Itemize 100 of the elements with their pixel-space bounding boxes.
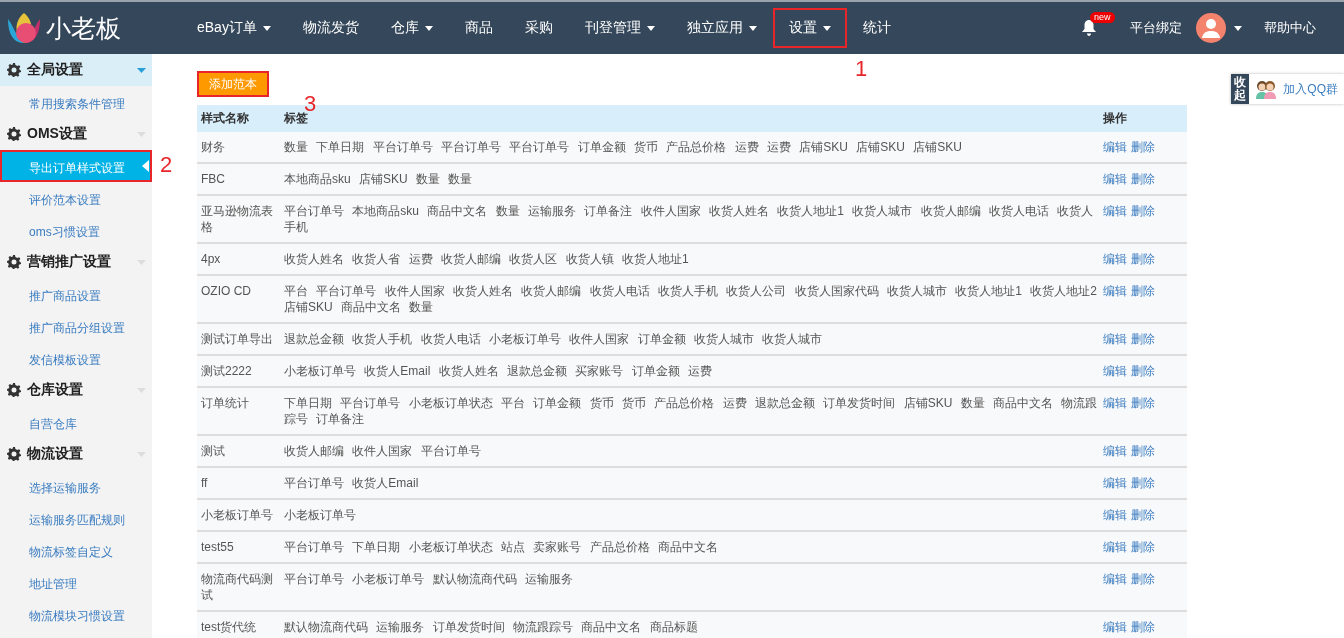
sidebar-item[interactable]: oms习惯设置 <box>0 214 152 246</box>
column-header: 操作 <box>1103 110 1128 127</box>
new-badge: new <box>1090 12 1115 23</box>
annotation-number: 2 <box>160 152 173 178</box>
edit-link[interactable]: 编辑 <box>1103 331 1127 354</box>
nav-menu-item[interactable]: 刊登管理 <box>568 8 671 48</box>
tag-list: 数量 下单日期 平台订单号 平台订单号 平台订单号 订单金额 货币 产品总价格 运费 运费 店铺SKU 店铺SKU 店铺SKU <box>280 132 1103 162</box>
delete-link[interactable]: 删除 <box>1131 251 1155 274</box>
delete-link[interactable]: 删除 <box>1131 331 1155 354</box>
template-name: 测试订单导出 <box>200 331 274 348</box>
edit-link[interactable]: 编辑 <box>1103 283 1127 322</box>
template-name: OZIO CD <box>200 283 252 300</box>
nav-menu-item[interactable]: 独立应用 <box>670 8 773 48</box>
template-name: 测试2222 <box>200 363 253 380</box>
platform-bind-link[interactable]: 平台绑定 <box>1130 19 1182 37</box>
nav-menu-item[interactable]: 统计 <box>846 8 907 48</box>
tag-list: 平台订单号 下单日期 小老板订单状态 站点 卖家账号 产品总价格 商品中文名 <box>280 532 1103 562</box>
sidebar-item[interactable]: 推广商品设置 <box>0 278 152 310</box>
sidebar-item[interactable]: 导出订单样式设置 <box>0 150 152 182</box>
caret-icon <box>822 25 831 31</box>
sidebar-section-header[interactable]: 营销推广设置 <box>0 246 152 278</box>
join-qq-group-link[interactable]: 加入QQ群 <box>1249 74 1344 105</box>
tag-list: 下单日期 平台订单号 小老板订单状态 平台 订单金额 货币 货币 产品总价格 运费 退款总金额 订单发货时间 店铺SKU 数量 商品中文名 物流跟踪号 订单备注 <box>280 388 1103 434</box>
caret-icon <box>262 25 271 31</box>
tag-list: 小老板订单号 收货人Email 收货人姓名 退款总金额 买家账号 订单金额 运费 <box>280 356 1103 386</box>
sidebar-item[interactable]: 运输服务匹配规则 <box>0 502 152 534</box>
nav-menu-item[interactable]: 商品 <box>448 8 509 48</box>
collapse-tab[interactable]: 收起 <box>1231 74 1250 105</box>
gear-icon <box>7 127 21 141</box>
avatar-icon[interactable] <box>1196 13 1226 43</box>
sidebar-item[interactable]: 评价范本设置 <box>0 182 152 214</box>
delete-link[interactable]: 删除 <box>1131 203 1155 242</box>
nav-menu-item[interactable]: 物流发货 <box>286 8 375 48</box>
template-name: 小老板订单号 <box>200 507 274 524</box>
nav-menu-item[interactable]: 采购 <box>508 8 569 48</box>
tag-list: 收货人姓名 收货人省 运费 收货人邮编 收货人区 收货人镇 收货人地址1 <box>280 244 1103 274</box>
tag-list: 平台 平台订单号 收件人国家 收货人姓名 收货人邮编 收货人电话 收货人手机 收货人公司 收货人国家代码 收货人城市 收货人地址1 收货人地址2 店铺SKU 商品中文名 数量 <box>280 276 1103 322</box>
sidebar-section-header[interactable]: 仓库设置 <box>0 374 152 406</box>
delete-link[interactable]: 删除 <box>1131 507 1155 530</box>
help-center-link[interactable]: 帮助中心 <box>1264 19 1316 37</box>
sidebar-item[interactable]: 发信模板设置 <box>0 342 152 374</box>
brand-name: 小老板 <box>46 12 121 44</box>
delete-link[interactable]: 删除 <box>1131 283 1155 322</box>
edit-link[interactable]: 编辑 <box>1103 475 1127 498</box>
tag-list: 小老板订单号 <box>280 500 1103 530</box>
delete-link[interactable]: 删除 <box>1131 443 1155 466</box>
sidebar-section-header[interactable]: OMS设置 <box>0 118 152 150</box>
caret-icon <box>424 25 433 31</box>
edit-link[interactable]: 编辑 <box>1103 363 1127 386</box>
delete-link[interactable]: 删除 <box>1131 571 1155 610</box>
tag-list: 平台订单号 小老板订单号 默认物流商代码 运输服务 <box>280 564 1103 610</box>
edit-link[interactable]: 编辑 <box>1103 539 1127 562</box>
lotus-logo-icon <box>6 11 42 45</box>
nav-menu-item[interactable]: 设置 <box>772 8 847 48</box>
nav-menu-item[interactable]: 仓库 <box>374 8 449 48</box>
edit-link[interactable]: 编辑 <box>1103 619 1127 638</box>
delete-link[interactable]: 删除 <box>1131 395 1155 434</box>
tag-list: 本地商品sku 店铺SKU 数量 数量 <box>280 164 1103 194</box>
edit-link[interactable]: 编辑 <box>1103 251 1127 274</box>
template-name: 4px <box>200 251 222 268</box>
sidebar-item[interactable]: 地址管理 <box>0 566 152 598</box>
template-name: FBC <box>200 171 226 188</box>
sidebar-item[interactable]: 物流标签自定义 <box>0 534 152 566</box>
annotation-number: 1 <box>854 56 868 82</box>
gear-icon <box>7 383 21 397</box>
edit-link[interactable]: 编辑 <box>1103 139 1127 162</box>
delete-link[interactable]: 删除 <box>1131 539 1155 562</box>
sidebar-item[interactable]: 自营仓库 <box>0 406 152 438</box>
delete-link[interactable]: 删除 <box>1131 139 1155 162</box>
sidebar-item[interactable]: 推广商品分组设置 <box>0 310 152 342</box>
bell-icon[interactable] <box>1082 20 1096 36</box>
edit-link[interactable]: 编辑 <box>1103 203 1127 242</box>
edit-link[interactable]: 编辑 <box>1103 507 1127 530</box>
column-header: 样式名称 <box>200 110 250 127</box>
template-name: ff <box>200 475 209 492</box>
template-name: 订单统计 <box>200 395 250 412</box>
sidebar-item[interactable]: 物流模块习惯设置 <box>0 598 152 630</box>
sidebar-section-header[interactable]: 全局设置 <box>0 54 152 86</box>
delete-link[interactable]: 删除 <box>1131 475 1155 498</box>
gear-icon <box>7 447 21 461</box>
tag-list: 收货人邮编 收件人国家 平台订单号 <box>280 436 1103 466</box>
gear-icon <box>7 255 21 269</box>
delete-link[interactable]: 删除 <box>1131 171 1155 194</box>
template-name: 亚马逊物流表格 <box>200 203 274 236</box>
edit-link[interactable]: 编辑 <box>1103 443 1127 466</box>
delete-link[interactable]: 删除 <box>1131 619 1155 638</box>
template-name: test货代统 <box>200 619 258 636</box>
tag-list: 默认物流商代码 运输服务 订单发货时间 物流跟踪号 商品中文名 商品标题 <box>280 612 1103 638</box>
edit-link[interactable]: 编辑 <box>1103 171 1127 194</box>
edit-link[interactable]: 编辑 <box>1103 571 1127 610</box>
delete-link[interactable]: 删除 <box>1131 363 1155 386</box>
nav-menu-item[interactable]: eBay订单 <box>181 8 287 48</box>
caret-icon[interactable] <box>1234 25 1242 31</box>
template-name: 物流商代码测试 <box>200 571 274 604</box>
sidebar-item[interactable]: 选择运输服务 <box>0 470 152 502</box>
template-name: 测试 <box>200 443 226 460</box>
sidebar-section-header[interactable]: 物流设置 <box>0 438 152 470</box>
edit-link[interactable]: 编辑 <box>1103 395 1127 434</box>
sidebar-item[interactable]: 常用搜索条件管理 <box>0 86 152 118</box>
template-name: 财务 <box>200 139 226 156</box>
